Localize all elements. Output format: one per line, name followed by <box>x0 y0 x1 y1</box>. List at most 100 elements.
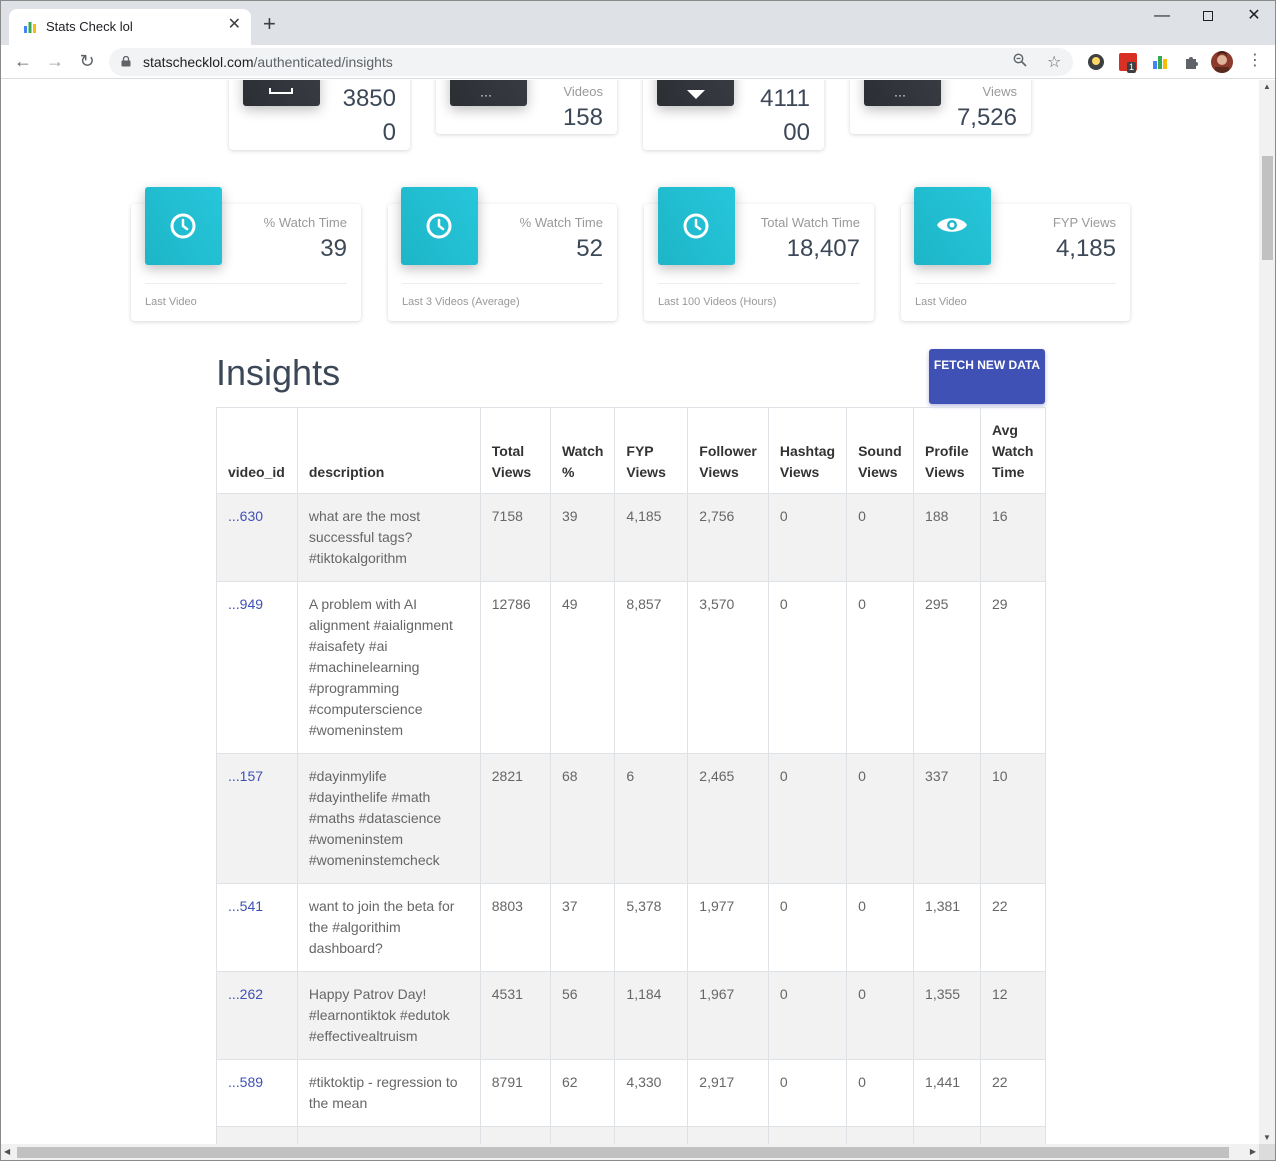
address-bar[interactable]: statschecklol.com/authenticated/insights… <box>109 48 1073 76</box>
zoom-icon[interactable] <box>1013 53 1027 70</box>
card-glyph-icon: ··· <box>894 88 906 102</box>
table-cell: 0 <box>767 581 848 754</box>
video-id-cell: ...589 <box>216 1059 298 1127</box>
minimize-icon[interactable]: — <box>1139 5 1185 29</box>
table-cell: 2,917 <box>687 1059 769 1127</box>
table-cell: 188 <box>913 493 981 582</box>
reload-icon[interactable]: ↻ <box>75 50 99 74</box>
table-cell: 0 <box>767 753 848 884</box>
column-header: FYP Views <box>614 407 689 494</box>
horizontal-scroll-thumb[interactable] <box>17 1147 1229 1158</box>
video-id-link[interactable]: ...630 <box>228 508 263 524</box>
tab-title: Stats Check lol <box>46 19 133 34</box>
table-cell: 25 <box>980 1126 1046 1144</box>
scroll-corner <box>1259 1144 1275 1160</box>
table-cell: 62 <box>549 1059 616 1127</box>
table-cell: 2821 <box>479 753 551 884</box>
table-cell: 4,330 <box>614 1059 689 1127</box>
horizontal-scrollbar[interactable]: ◀ ▶ <box>1 1144 1259 1160</box>
card-value: 18,407 <box>786 235 860 262</box>
clock-icon <box>145 187 222 265</box>
table-header-row: video_id description Total Views Watch % FYP… <box>216 407 1046 494</box>
table-cell: 1,977 <box>687 883 769 972</box>
column-header: video_id <box>216 407 298 494</box>
table-cell: 5,378 <box>614 883 689 972</box>
card-category: % Watch Time <box>263 215 347 230</box>
table-cell: 337 <box>913 753 981 884</box>
video-id-cell: ...630 <box>216 493 298 582</box>
maximize-icon[interactable] <box>1185 5 1231 29</box>
table-cell: 6 <box>614 753 689 884</box>
table-cell: want to join the beta for the #algorithi… <box>296 883 481 972</box>
table-cell: #tiktoktip - regression to the mean <box>296 1059 481 1127</box>
browser-tab[interactable]: Stats Check lol ✕ <box>9 9 251 45</box>
tab-close-icon[interactable]: ✕ <box>228 15 241 35</box>
fetch-new-data-button[interactable]: FETCH NEW DATA <box>929 349 1045 404</box>
url-path: /authenticated/insights <box>253 54 393 70</box>
card-icon-box <box>657 80 734 106</box>
bookmark-star-icon[interactable]: ☆ <box>1047 52 1061 72</box>
table-cell: 1,668 <box>687 1126 769 1144</box>
top-card-1: 3850 0 <box>229 80 410 150</box>
table-cell: 0 <box>846 883 915 972</box>
table-cell: 12 <box>980 971 1046 1060</box>
table-cell: is the #tiktokalgorithm taking views awa… <box>296 1126 481 1144</box>
video-id-cell: ...237 <box>216 1126 298 1144</box>
close-window-icon[interactable]: ✕ <box>1231 5 1275 29</box>
card-category: % Watch Time <box>519 215 603 230</box>
bar-chart-extension-icon[interactable] <box>1151 53 1169 71</box>
table-cell: 1,184 <box>614 971 689 1060</box>
table-cell: 0 <box>846 1126 915 1144</box>
table-cell: 16 <box>980 493 1046 582</box>
scroll-right-arrow-icon[interactable]: ▶ <box>1250 1147 1256 1156</box>
table-cell: 1,967 <box>687 971 769 1060</box>
card-value: 39 <box>320 235 347 262</box>
table-cell: 22 <box>980 1059 1046 1127</box>
top-card-4: ··· Views 7,526 <box>850 80 1031 134</box>
vertical-scroll-thumb[interactable] <box>1262 156 1273 260</box>
card-category: Total Watch Time <box>760 215 860 230</box>
table-cell: 0 <box>767 883 848 972</box>
table-cell: Happy Patrov Day! #learnontiktok #edutok… <box>296 971 481 1060</box>
table-cell: 1,441 <box>913 1059 981 1127</box>
card-glyph-icon <box>269 88 293 94</box>
forward-arrow-icon[interactable]: → <box>43 50 67 74</box>
new-tab-icon[interactable]: + <box>263 13 276 35</box>
top-card-2: ··· Videos 158 <box>436 80 617 134</box>
vertical-scrollbar[interactable]: ▲ ▼ <box>1259 80 1275 1144</box>
card-footer: Last Video <box>145 296 197 308</box>
puzzle-extensions-icon[interactable] <box>1183 53 1201 71</box>
browser-menu-icon[interactable]: ⋮ <box>1247 51 1263 71</box>
table-cell: 7158 <box>479 493 551 582</box>
video-id-link[interactable]: ...541 <box>228 898 263 914</box>
video-id-link[interactable]: ...157 <box>228 768 263 784</box>
table-cell: 0 <box>846 581 915 754</box>
table-cell: 5842 <box>479 1126 551 1144</box>
table-row: ...237is the #tiktokalgorithm taking vie… <box>216 1126 1046 1144</box>
column-header: Hashtag Views <box>767 407 848 494</box>
calendar-extension-icon[interactable]: 1 <box>1119 53 1137 73</box>
stat-card-watch-last: % Watch Time 39 Last Video <box>131 187 361 321</box>
bar-chart-icon <box>24 22 36 33</box>
extension-badge: 1 <box>1127 62 1137 73</box>
video-id-link[interactable]: ...589 <box>228 1074 263 1090</box>
profile-avatar[interactable] <box>1211 51 1233 73</box>
scroll-left-arrow-icon[interactable]: ◀ <box>4 1147 10 1156</box>
lightbulb-extension-icon[interactable] <box>1087 53 1105 71</box>
back-arrow-icon[interactable]: ← <box>11 50 35 74</box>
scroll-down-arrow-icon[interactable]: ▼ <box>1263 1133 1271 1142</box>
table-row: ...949 A problem with AI alignment #aiali… <box>216 581 1046 754</box>
card-divider <box>658 283 860 284</box>
video-id-cell: ...157 <box>216 753 298 884</box>
table-cell: 12786 <box>479 581 551 754</box>
card-footer: Last 3 Videos (Average) <box>402 296 520 308</box>
video-id-link[interactable]: ...949 <box>228 596 263 612</box>
stat-card-fyp-views: FYP Views 4,185 Last Video <box>901 187 1130 321</box>
scroll-up-arrow-icon[interactable]: ▲ <box>1263 82 1271 91</box>
video-id-link[interactable]: ...262 <box>228 986 263 1002</box>
table-cell: 22 <box>980 883 1046 972</box>
table-cell: 37 <box>549 883 616 972</box>
stat-card-watch-avg: % Watch Time 52 Last 3 Videos (Average) <box>388 187 617 321</box>
table-cell: 4,185 <box>614 493 689 582</box>
video-id-cell: ...949 <box>216 581 298 754</box>
